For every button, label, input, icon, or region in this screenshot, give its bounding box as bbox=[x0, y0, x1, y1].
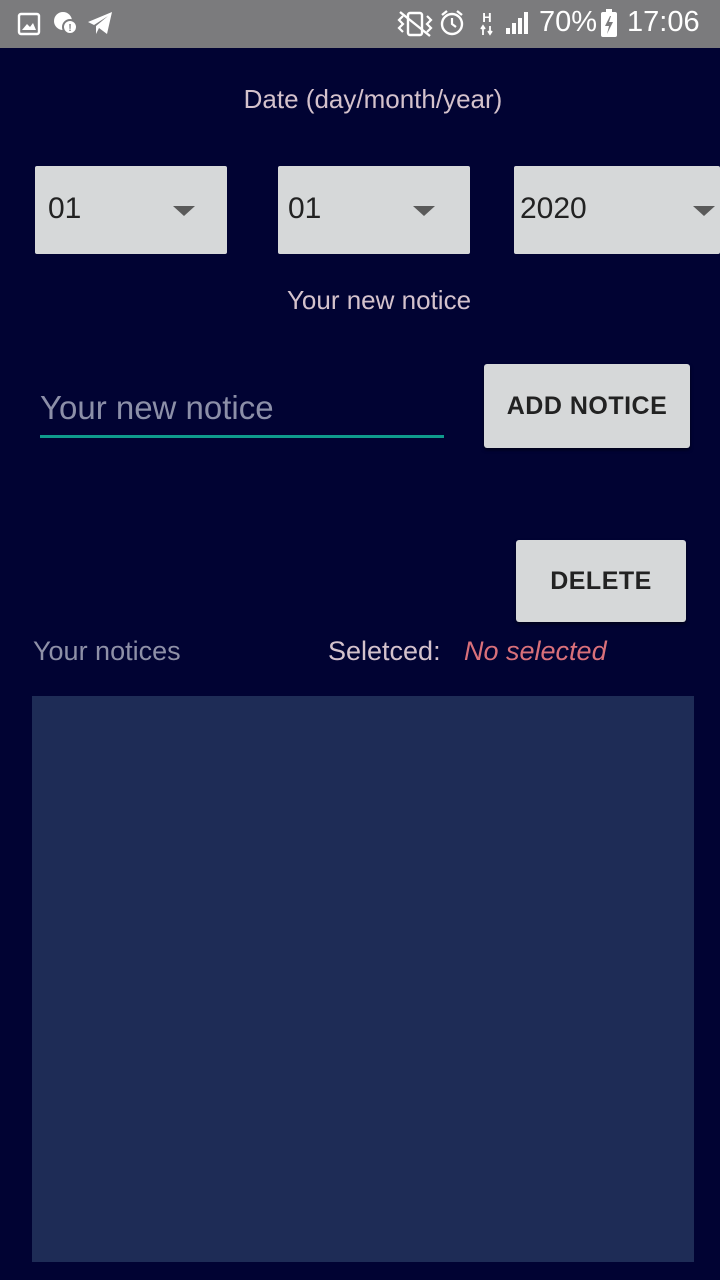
selected-value: No selected bbox=[464, 636, 607, 666]
vibrate-icon bbox=[397, 11, 433, 37]
year-spinner[interactable]: 2020 bbox=[514, 166, 720, 254]
chevron-down-icon bbox=[693, 206, 715, 216]
telegram-icon bbox=[88, 12, 112, 34]
chevron-down-icon bbox=[413, 206, 435, 216]
delete-button[interactable]: DELETE bbox=[516, 540, 686, 622]
status-bar: ! H 70% 17:06 bbox=[0, 0, 720, 48]
svg-text:!: ! bbox=[68, 23, 71, 34]
notice-input[interactable] bbox=[40, 380, 444, 438]
month-value: 01 bbox=[288, 192, 322, 225]
chat-icon: ! bbox=[54, 12, 78, 35]
chevron-down-icon bbox=[173, 206, 195, 216]
network-h-icon: H bbox=[480, 10, 493, 36]
day-value: 01 bbox=[48, 192, 82, 225]
signal-icon bbox=[506, 12, 528, 34]
battery-percent: 70% bbox=[539, 6, 598, 38]
clock: 17:06 bbox=[627, 6, 700, 38]
battery-charging-icon bbox=[601, 9, 617, 37]
day-spinner[interactable]: 01 bbox=[35, 166, 227, 254]
month-spinner[interactable]: 01 bbox=[278, 166, 470, 254]
selected-label: Seletced: bbox=[328, 636, 441, 666]
new-notice-label: Your new notice bbox=[286, 285, 472, 315]
notice-list[interactable] bbox=[32, 696, 694, 1262]
add-notice-button[interactable]: ADD NOTICE bbox=[484, 364, 690, 448]
svg-text:H: H bbox=[482, 10, 491, 25]
date-label: Date (day/month/year) bbox=[243, 84, 503, 114]
notices-title: Your notices bbox=[33, 636, 181, 666]
year-value: 2020 bbox=[520, 192, 587, 225]
gallery-icon bbox=[17, 12, 41, 36]
alarm-icon bbox=[440, 10, 464, 36]
notice-app: Date (day/month/year) 01 01 2020 Your ne… bbox=[0, 48, 720, 1280]
